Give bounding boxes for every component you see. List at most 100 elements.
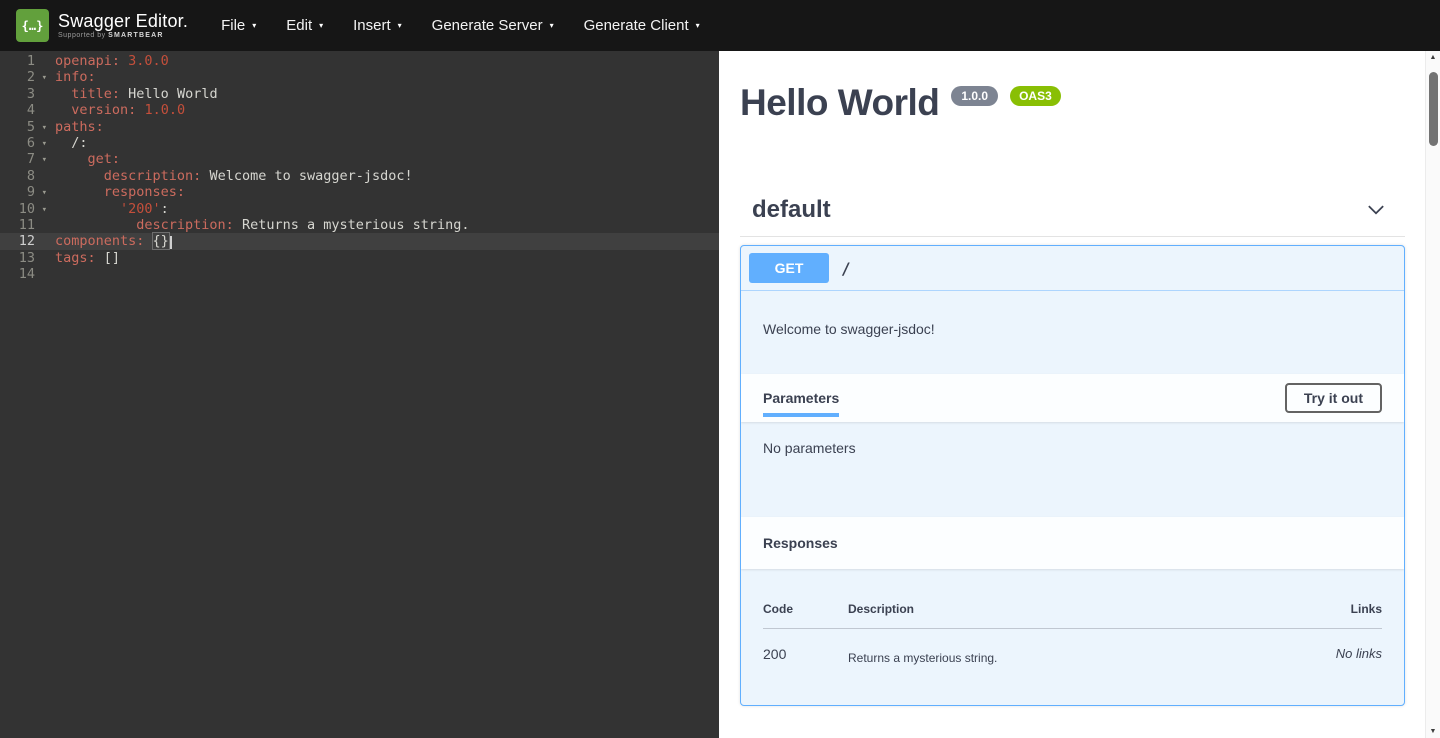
code-text: paths: [48, 119, 104, 135]
editor-line-1[interactable]: 1openapi: 3.0.0 [0, 53, 719, 69]
line-number: 7▾ [0, 151, 48, 167]
editor-line-14[interactable]: 14 [0, 266, 719, 282]
menu-edit[interactable]: Edit ▾ [271, 0, 338, 51]
smartbear-wordmark: SMARTBEAR [108, 32, 164, 39]
chevron-down-icon[interactable] [1365, 199, 1387, 221]
fold-arrow-icon[interactable]: ▾ [42, 202, 47, 218]
line-number: 1 [0, 53, 48, 69]
brand-subtitle: Supported by SMARTBEAR [58, 32, 188, 39]
scrollbar-down-arrow-icon[interactable]: ▼ [1426, 728, 1440, 735]
operation-path: / [841, 259, 851, 278]
line-number: 6▾ [0, 135, 48, 151]
editor-line-7[interactable]: 7▾ get: [0, 151, 719, 167]
line-number: 14 [0, 266, 48, 282]
editor-line-3[interactable]: 3 title: Hello World [0, 86, 719, 102]
code-text: /: [48, 135, 88, 151]
no-parameters-text: No parameters [763, 440, 856, 456]
version-badge: 1.0.0 [951, 86, 998, 106]
response-code: 200 [763, 646, 848, 665]
line-number: 9▾ [0, 184, 48, 200]
code-text: info: [48, 69, 96, 85]
brand[interactable]: {…} Swagger Editor. Supported by SMARTBE… [16, 9, 188, 42]
menu-label: Edit [286, 17, 312, 34]
menu-label: Insert [353, 17, 391, 34]
code-text: tags: [] [48, 250, 120, 266]
scrollbar-thumb[interactable] [1429, 72, 1438, 146]
caret-down-icon: ▾ [252, 21, 256, 30]
code-text: responses: [48, 184, 185, 200]
brand-text: Swagger Editor. Supported by SMARTBEAR [58, 12, 188, 40]
logo-glyph: {…} [22, 19, 44, 33]
line-number: 13 [0, 250, 48, 266]
menu-insert[interactable]: Insert ▾ [338, 0, 417, 51]
editor-line-5[interactable]: 5▾paths: [0, 119, 719, 135]
editor-line-6[interactable]: 6▾ /: [0, 135, 719, 151]
menu-generate-client[interactable]: Generate Client▾ [569, 0, 715, 51]
api-info-header: Hello World 1.0.0 OAS3 [740, 84, 1405, 121]
line-number: 11 [0, 217, 48, 233]
code-text: description: Returns a mysterious string… [48, 217, 470, 233]
line-number: 2▾ [0, 69, 48, 85]
responses-table-rows: 200Returns a mysterious string.No links [763, 629, 1382, 665]
editor-lines: 1openapi: 3.0.02▾info:3 title: Hello Wor… [0, 53, 719, 282]
editor-line-9[interactable]: 9▾ responses: [0, 184, 719, 200]
brand-title: Swagger Editor. [58, 12, 188, 31]
get-method-badge[interactable]: GET [749, 253, 829, 283]
text-cursor [170, 236, 172, 249]
menu-file[interactable]: File ▾ [206, 0, 271, 51]
fold-arrow-icon[interactable]: ▾ [42, 136, 47, 152]
response-links: No links [1302, 646, 1382, 665]
response-row: 200Returns a mysterious string.No links [763, 629, 1382, 665]
response-description: Returns a mysterious string. [848, 646, 1302, 665]
oas3-badge: OAS3 [1010, 86, 1061, 106]
line-number: 3 [0, 86, 48, 102]
tab-parameters[interactable]: Parameters [763, 380, 839, 417]
code-text: version: 1.0.0 [48, 102, 185, 118]
swagger-logo-icon: {…} [16, 9, 49, 42]
editor-line-11[interactable]: 11 description: Returns a mysterious str… [0, 217, 719, 233]
editor-line-8[interactable]: 8 description: Welcome to swagger-jsdoc! [0, 168, 719, 184]
editor-line-4[interactable]: 4 version: 1.0.0 [0, 102, 719, 118]
line-number: 12 [0, 233, 48, 249]
code-editor[interactable]: 1openapi: 3.0.02▾info:3 title: Hello Wor… [0, 51, 719, 738]
operation-summary[interactable]: GET / [741, 246, 1404, 291]
brand-subtitle-prefix: Supported by [58, 32, 106, 39]
tag-title: default [752, 196, 831, 224]
line-number: 5▾ [0, 119, 48, 135]
editor-line-2[interactable]: 2▾info: [0, 69, 719, 85]
caret-down-icon: ▾ [319, 21, 323, 30]
code-text: description: Welcome to swagger-jsdoc! [48, 168, 413, 184]
menu-label: Generate Server [432, 17, 543, 34]
code-text: title: Hello World [48, 86, 218, 102]
navbar-menus: File▾Edit▾Insert▾Generate Server▾Generat… [206, 0, 715, 51]
scrollbar-up-arrow-icon[interactable]: ▲ [1426, 54, 1440, 61]
api-title: Hello World [740, 84, 939, 121]
try-it-out-button[interactable]: Try it out [1285, 383, 1382, 413]
line-number: 4 [0, 102, 48, 118]
responses-section-header: Responses [741, 517, 1404, 569]
code-text: get: [48, 151, 120, 167]
fold-arrow-icon[interactable]: ▾ [42, 152, 47, 168]
code-text: components: {} [48, 233, 172, 249]
fold-arrow-icon[interactable]: ▾ [42, 70, 47, 86]
tag-section-default[interactable]: default [740, 196, 1405, 237]
line-number: 8 [0, 168, 48, 184]
responses-table-header: Code Description Links [763, 588, 1382, 629]
menu-label: File [221, 17, 245, 34]
fold-arrow-icon[interactable]: ▾ [42, 185, 47, 201]
code-text: openapi: 3.0.0 [48, 53, 169, 69]
top-navbar: {…} Swagger Editor. Supported by SMARTBE… [0, 0, 1440, 51]
caret-down-icon: ▾ [550, 21, 554, 30]
editor-line-13[interactable]: 13tags: [] [0, 250, 719, 266]
menu-generate-server[interactable]: Generate Server ▾ [417, 0, 569, 51]
responses-body: Code Description Links 200Returns a myst… [741, 569, 1404, 705]
parameters-body: No parameters [741, 422, 1404, 517]
caret-down-icon: ▾ [398, 21, 402, 30]
editor-line-10[interactable]: 10▾ '200': [0, 201, 719, 217]
header-code: Code [763, 602, 848, 616]
editor-line-12[interactable]: 12components: {} [0, 233, 719, 249]
responses-title: Responses [763, 535, 838, 551]
docs-scrollbar[interactable]: ▲ ▼ [1425, 51, 1440, 738]
fold-arrow-icon[interactable]: ▾ [42, 120, 47, 136]
header-description: Description [848, 602, 1302, 616]
